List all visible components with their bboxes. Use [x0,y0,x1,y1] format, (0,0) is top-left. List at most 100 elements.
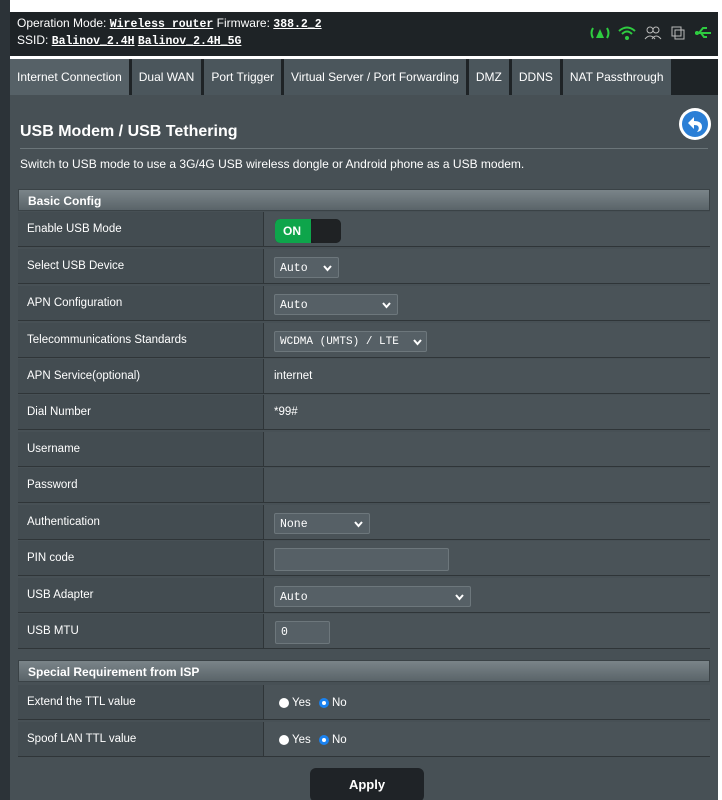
row-label: Dial Number [18,395,263,430]
copy-icon[interactable] [670,25,686,41]
row-telecom-standards: Telecommunications Standards WCDMA (UMTS… [18,323,710,359]
apn-config-select[interactable]: Auto [274,294,398,315]
chevron-down-icon [455,587,464,616]
select-value: Auto [280,591,308,604]
username-value [263,432,710,467]
tab-port-trigger[interactable]: Port Trigger [204,59,282,95]
tab-internet-connection[interactable]: Internet Connection [10,59,129,95]
row-username: Username [18,432,710,468]
row-password: Password [18,468,710,504]
select-value: None [280,518,308,531]
chevron-down-icon [354,514,363,543]
firmware-label: Firmware: [216,16,270,30]
tab-ddns[interactable]: DDNS [511,59,560,95]
back-button[interactable] [679,108,711,140]
toggle-on-label: ON [275,219,311,243]
select-value: Auto [280,262,308,275]
left-edge [0,0,10,800]
chevron-down-icon [323,258,332,287]
row-extend-ttl: Extend the TTL value Yes No [18,685,710,721]
radio-label: Yes [292,733,311,746]
usb-mtu-input[interactable]: 0 [275,621,330,644]
row-usb-mtu: USB MTU 0 [18,614,710,650]
firmware-link[interactable]: 388.2_2 [273,18,321,31]
radio-unselected-icon [279,698,289,708]
pin-code-input[interactable] [274,548,449,571]
op-mode-link[interactable]: Wireless router [110,18,214,31]
row-label: Username [18,432,263,467]
telecom-standard-select[interactable]: WCDMA (UMTS) / LTE [274,331,427,352]
users-icon[interactable] [644,25,662,41]
radio-selected-icon [319,735,329,745]
radio-selected-icon [319,698,329,708]
content-panel: USB Modem / USB Tethering Switch to USB … [10,95,718,800]
section-header-basic-config: Basic Config [18,189,710,211]
row-label: Telecommunications Standards [18,323,263,358]
tab-dmz[interactable]: DMZ [468,59,509,95]
page-description: Switch to USB mode to use a 3G/4G USB wi… [20,157,525,171]
row-label: USB MTU [18,614,263,649]
row-apn-service: APN Service(optional) internet [18,359,710,395]
row-enable-usb-mode: Enable USB Mode ON [18,212,710,248]
apn-service-value: internet [274,370,313,382]
row-label: Spoof LAN TTL value [18,722,263,757]
extend-ttl-no-radio[interactable]: No [319,696,347,710]
tab-virtual-server[interactable]: Virtual Server / Port Forwarding [284,59,466,95]
select-value: Auto [280,299,308,312]
operation-mode-line: Operation Mode: Wireless router Firmware… [17,16,322,31]
row-label: APN Configuration [18,286,263,321]
usb-device-select[interactable]: Auto [274,257,339,278]
apply-button[interactable]: Apply [310,768,424,800]
radio-label: Yes [292,696,311,709]
back-arrow-icon [682,111,708,137]
radio-unselected-icon [279,735,289,745]
toggle-knob [311,219,341,243]
tab-bar: Internet Connection Dual WAN Port Trigge… [10,59,718,95]
page-title: USB Modem / USB Tethering [20,123,238,140]
row-dial-number: Dial Number *99# [18,395,710,431]
radio-label: No [332,696,347,709]
row-pin-code: PIN code [18,541,710,577]
ssid-link-1[interactable]: Balinov_2.4H [52,35,135,48]
chevron-down-icon [382,295,391,324]
radio-label: No [332,733,347,746]
dial-number-value: *99# [274,406,298,418]
password-value [263,468,710,503]
ssid-line: SSID: Balinov_2.4H Balinov_2.4H_5G [17,33,241,48]
row-label: APN Service(optional) [18,359,263,394]
usb-signal-icon[interactable] [590,25,610,41]
wifi-icon[interactable] [618,25,636,41]
row-spoof-ttl: Spoof LAN TTL value Yes No [18,722,710,758]
usb-connection-icon[interactable] [694,25,712,41]
row-select-usb-device: Select USB Device Auto [18,249,710,285]
right-edge [718,0,722,800]
row-label: PIN code [18,541,263,576]
spoof-ttl-yes-radio[interactable]: Yes [279,733,311,747]
router-settings-page: Operation Mode: Wireless router Firmware… [0,0,722,800]
tab-nat-passthrough[interactable]: NAT Passthrough [562,59,671,95]
op-mode-label: Operation Mode: [17,16,107,30]
chevron-down-icon [413,332,422,362]
title-divider [20,148,708,149]
authentication-select[interactable]: None [274,513,370,534]
row-label: USB Adapter [18,578,263,613]
select-value: WCDMA (UMTS) / LTE [280,336,399,348]
spoof-ttl-no-radio[interactable]: No [319,733,347,747]
ssid-label: SSID: [17,33,49,47]
row-apn-configuration: APN Configuration Auto [18,286,710,322]
usb-mode-toggle[interactable]: ON [275,219,341,243]
row-label: Select USB Device [18,249,263,284]
row-label: Enable USB Mode [18,212,263,247]
row-label: Password [18,468,263,503]
section-header-special-requirement: Special Requirement from ISP [18,660,710,682]
row-authentication: Authentication None [18,505,710,541]
row-label: Authentication [18,505,263,540]
tab-dual-wan[interactable]: Dual WAN [131,59,202,95]
ssid-link-2[interactable]: Balinov_2.4H_5G [138,35,242,48]
row-label: Extend the TTL value [18,685,263,720]
status-bar: Operation Mode: Wireless router Firmware… [10,12,718,56]
extend-ttl-yes-radio[interactable]: Yes [279,696,311,710]
usb-adapter-select[interactable]: Auto [274,586,471,607]
row-usb-adapter: USB Adapter Auto [18,578,710,614]
status-icons [590,25,712,41]
